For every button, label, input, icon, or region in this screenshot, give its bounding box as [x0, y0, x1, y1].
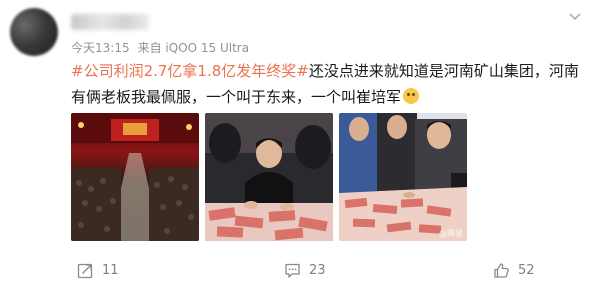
- comment-button[interactable]: 23: [284, 262, 326, 279]
- thumbs-up-icon: [493, 262, 518, 279]
- post-time[interactable]: 今天13:15: [71, 41, 130, 55]
- repost-button[interactable]: 11: [77, 262, 119, 279]
- username[interactable]: [71, 14, 149, 30]
- comment-count: 23: [309, 263, 326, 278]
- avatar[interactable]: [10, 8, 58, 56]
- image-grid: @网易: [71, 113, 531, 241]
- banquet-hall-photo[interactable]: [71, 113, 199, 241]
- comment-icon: [284, 262, 309, 279]
- image-watermark: @网易: [439, 229, 463, 238]
- like-count: 52: [518, 263, 535, 278]
- repost-icon: [77, 262, 102, 279]
- post-content: #公司利润2.7亿拿1.8亿发年终奖#还没点进来就知道是河南矿山集团，河南有俩老…: [71, 58, 591, 110]
- hashtag-link[interactable]: #公司利润2.7亿拿1.8亿发年终奖#: [71, 62, 309, 80]
- post-device: 来自 iQOO 15 Ultra: [137, 41, 250, 55]
- doge-emoji-icon: [403, 88, 420, 104]
- counting-money-photo[interactable]: [205, 113, 333, 241]
- repost-count: 11: [102, 263, 119, 278]
- crowd-money-table-photo[interactable]: @网易: [339, 113, 467, 241]
- post-meta: 今天13:15 来自 iQOO 15 Ultra: [71, 39, 257, 56]
- action-bar: 11 23 52: [0, 256, 600, 292]
- like-button[interactable]: 52: [493, 262, 535, 279]
- more-menu-icon[interactable]: [564, 10, 586, 24]
